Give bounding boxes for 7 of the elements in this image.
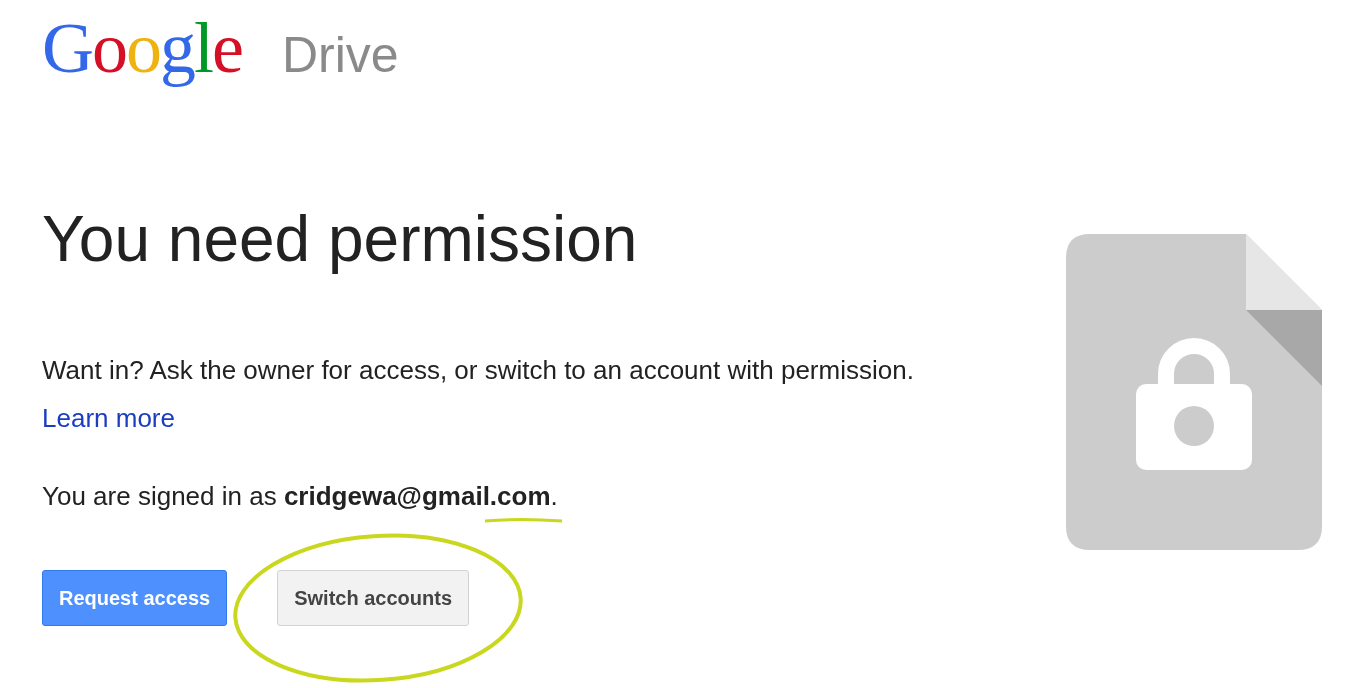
- locked-file-icon: [1066, 234, 1322, 550]
- switch-accounts-button[interactable]: Switch accounts: [277, 570, 469, 626]
- permission-message: Want in? Ask the owner for access, or switch to an account with permission. Learn more: [42, 354, 915, 435]
- page-title: You need permission: [42, 202, 639, 276]
- learn-more-link[interactable]: Learn more: [42, 403, 175, 433]
- product-name: Drive: [282, 30, 399, 80]
- signed-in-text: You are signed in as cridgewa@gmail.com.: [42, 480, 559, 513]
